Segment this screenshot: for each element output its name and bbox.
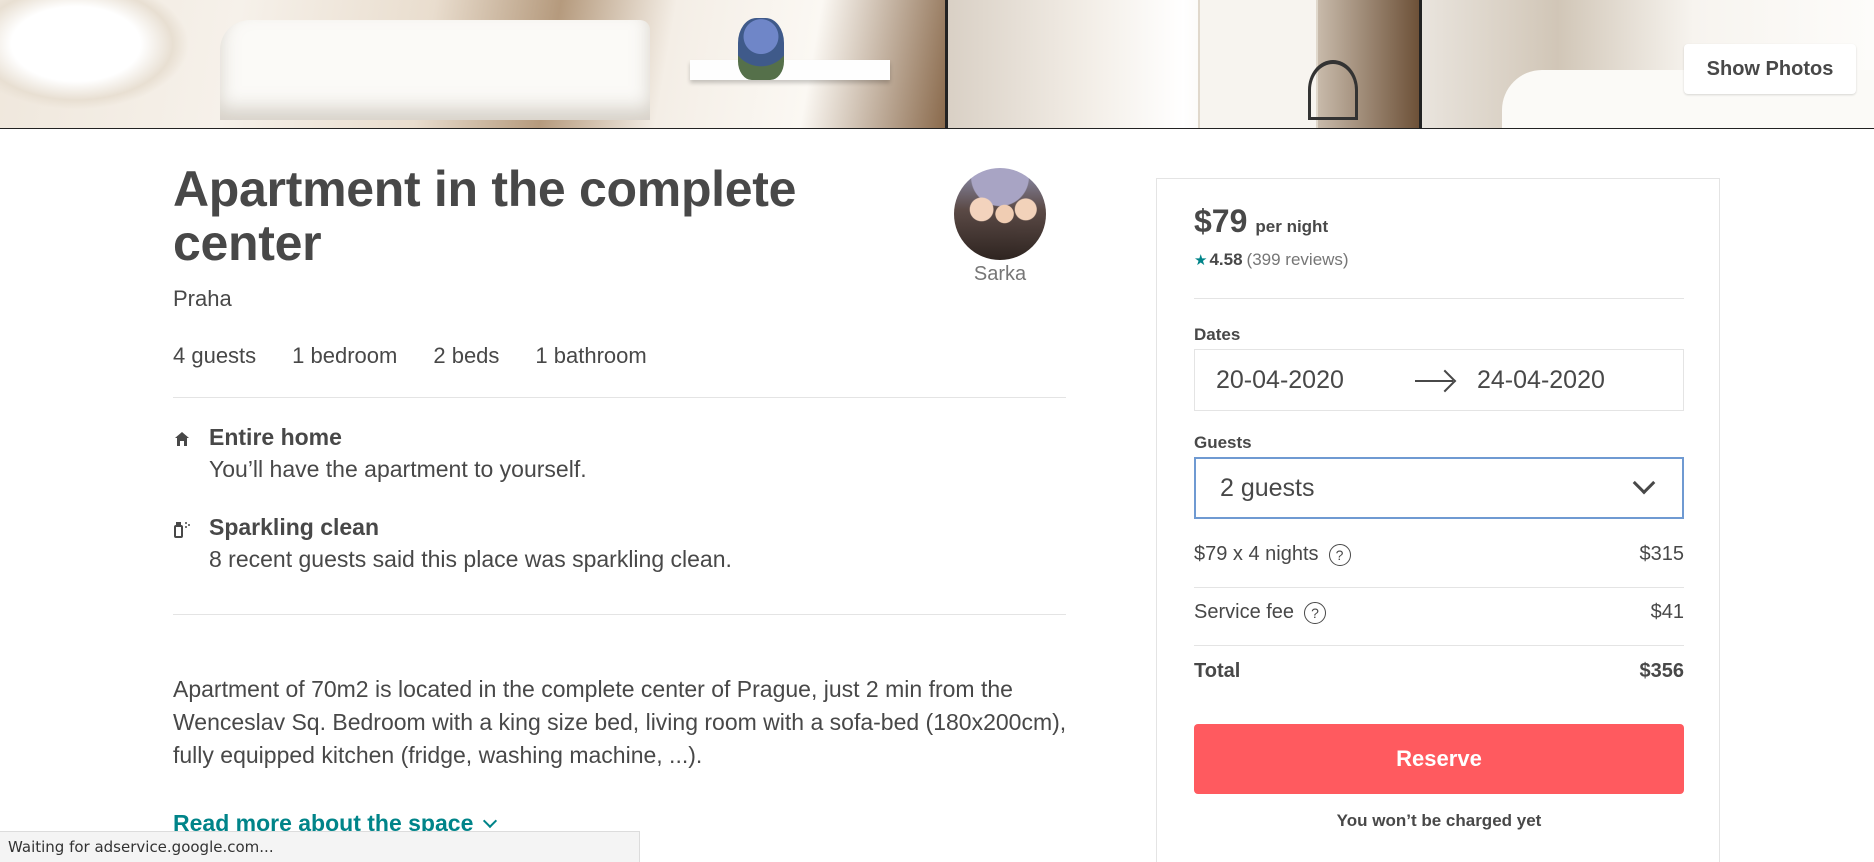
divider xyxy=(1194,587,1684,588)
reviews-count[interactable]: (399 reviews) xyxy=(1247,250,1349,270)
divider xyxy=(1194,645,1684,646)
table-shape xyxy=(690,60,890,80)
total-value: $356 xyxy=(1639,660,1685,682)
booking-card: $79 per night ★ 4.58 (399 reviews) Dates… xyxy=(1156,178,1720,862)
divider xyxy=(173,614,1066,615)
arrow-right-icon xyxy=(1415,380,1453,382)
browser-status-bar: Waiting for adservice.google.com... xyxy=(0,831,640,862)
nights-cost-value: $315 xyxy=(1639,543,1685,565)
dates-picker[interactable]: 20-04-2020 24-04-2020 xyxy=(1194,349,1684,411)
guests-value[interactable]: 2 guests xyxy=(1220,474,1315,503)
chevron-down-icon[interactable] xyxy=(483,813,498,829)
stat-bathrooms: 1 bathroom xyxy=(535,343,647,368)
feature-title: Entire home xyxy=(209,424,342,450)
feature-description: 8 recent guests said this place was spar… xyxy=(209,546,732,572)
photo-bedroom-main[interactable] xyxy=(0,0,945,128)
stat-beds: 2 beds xyxy=(433,343,500,368)
check-out-date[interactable]: 24-04-2020 xyxy=(1477,366,1605,395)
reserve-button[interactable]: Reserve xyxy=(1194,724,1684,794)
feature-sparkling-clean: Sparkling clean 8 recent guests said thi… xyxy=(173,514,973,574)
feature-entire-home: Entire home You’ll have the apartment to… xyxy=(173,424,973,484)
star-icon: ★ xyxy=(1194,252,1208,269)
price-unit: per night xyxy=(1255,217,1329,236)
nights-cost-row: $79 x 4 nights? $315 xyxy=(1194,543,1684,566)
chevron-down-icon[interactable] xyxy=(1632,471,1656,495)
guests-select[interactable]: 2 guests xyxy=(1194,457,1684,519)
host-profile[interactable]: Sarka xyxy=(952,168,1048,286)
listing-city: Praha xyxy=(173,286,232,311)
photo-bedroom-door[interactable] xyxy=(948,0,1419,128)
service-fee-label: Service fee xyxy=(1194,601,1295,623)
nights-cost-label-wrap: $79 x 4 nights? xyxy=(1194,543,1351,566)
listing-description: Apartment of 70m2 is located in the comp… xyxy=(173,676,1067,768)
lamp-shape xyxy=(0,0,190,110)
divider xyxy=(1194,298,1684,299)
total-row: Total $356 xyxy=(1194,660,1684,683)
home-icon xyxy=(173,430,191,448)
host-name[interactable]: Sarka xyxy=(952,263,1048,286)
stat-guests: 4 guests xyxy=(173,343,257,368)
rating[interactable]: ★ 4.58 (399 reviews) xyxy=(1194,250,1349,270)
divider xyxy=(173,397,1066,398)
nights-cost-label: $79 x 4 nights xyxy=(1194,543,1319,565)
service-fee-value: $41 xyxy=(1650,601,1684,623)
stat-bedrooms: 1 bedroom xyxy=(292,343,398,368)
help-icon[interactable]: ? xyxy=(1328,543,1351,566)
spray-bottle-icon xyxy=(173,520,191,538)
check-in-date[interactable]: 20-04-2020 xyxy=(1216,366,1344,395)
listing-stats: 4 guests 1 bedroom 2 beds 1 bathroom xyxy=(173,343,647,369)
service-fee-row: Service fee? $41 xyxy=(1194,601,1684,624)
listing-title: Apartment in the complete center xyxy=(173,161,797,271)
door-shape xyxy=(1198,0,1318,128)
dates-label: Dates xyxy=(1194,325,1241,344)
feature-description: You’ll have the apartment to yourself. xyxy=(209,456,587,482)
total-label: Total xyxy=(1194,660,1241,682)
price-block: $79 per night xyxy=(1194,203,1328,240)
show-photos-button[interactable]: Show Photos xyxy=(1684,44,1856,94)
feature-title: Sparkling clean xyxy=(209,514,380,540)
rating-value: 4.58 xyxy=(1209,250,1243,269)
host-avatar[interactable] xyxy=(954,168,1046,260)
help-icon[interactable]: ? xyxy=(1304,601,1327,624)
guests-label: Guests xyxy=(1194,433,1252,452)
bed-shape xyxy=(220,20,650,120)
photo-gallery xyxy=(0,0,1874,129)
side-table-shape xyxy=(1308,60,1358,120)
vase-shape xyxy=(738,18,784,80)
price-amount: $79 xyxy=(1194,203,1248,239)
service-fee-label-wrap: Service fee? xyxy=(1194,601,1327,624)
no-charge-note: You won’t be charged yet xyxy=(1336,811,1542,830)
